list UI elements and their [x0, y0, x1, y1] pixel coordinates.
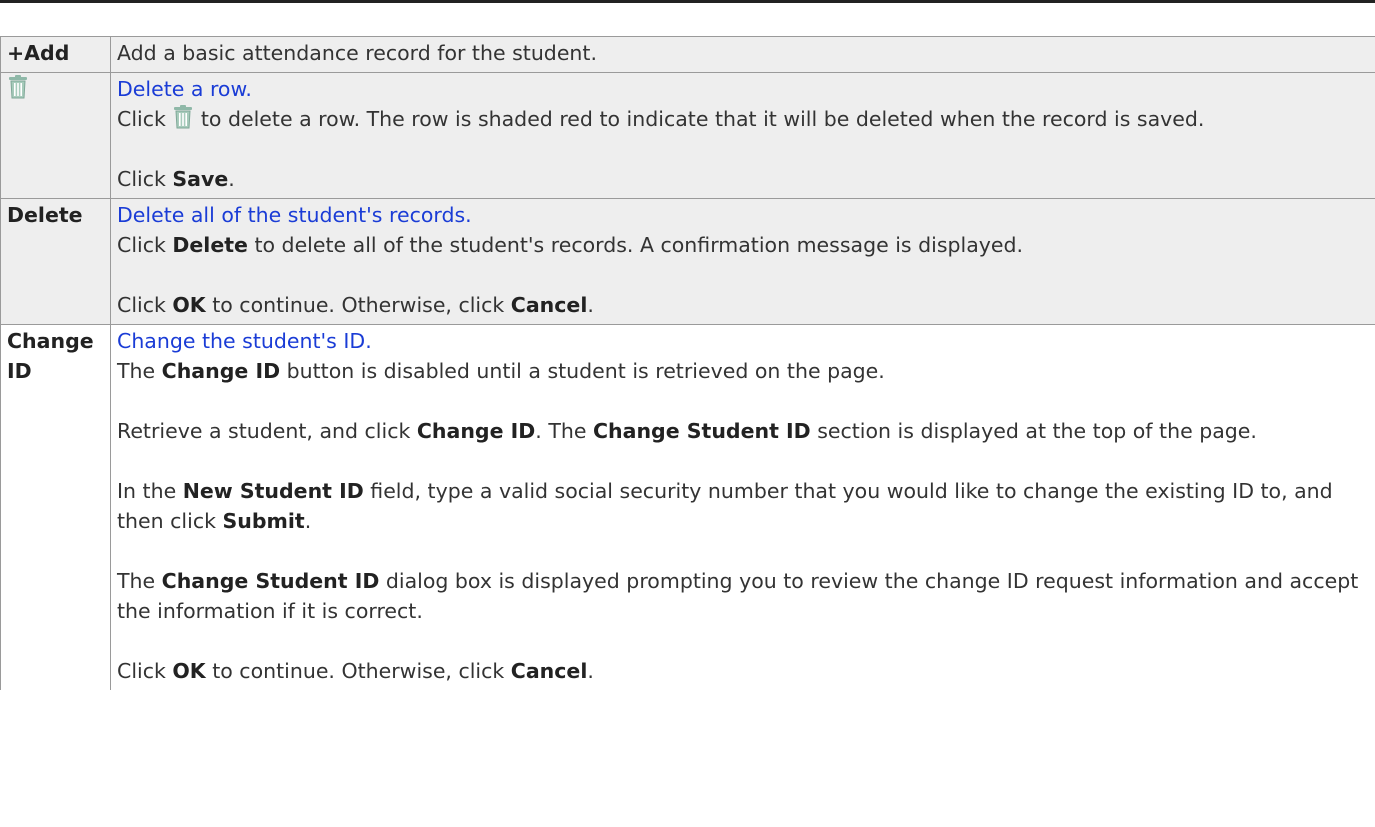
table-row-delete-row: Delete a row. Click to delete a row. The…: [0, 72, 1375, 199]
document-page: +Add Add a basic attendance record for t…: [0, 0, 1375, 827]
change-id-paragraph-5: Click OK to continue. Otherwise, click C…: [117, 659, 594, 683]
desc-cell: Change the student's ID. The Change ID b…: [110, 324, 1375, 690]
change-id-link[interactable]: Change the student's ID.: [117, 329, 372, 353]
delete-key-label: Delete: [7, 203, 83, 227]
delete-row-link[interactable]: Delete a row.: [117, 77, 252, 101]
desc-cell: Delete a row. Click to delete a row. The…: [110, 72, 1375, 199]
change-id-paragraph-4: The Change Student ID dialog box is disp…: [117, 569, 1359, 623]
table-row-change-id: Change ID Change the student's ID. The Ch…: [0, 324, 1375, 690]
delete-row-paragraph-1: Click to delete a row. The row is shaded…: [117, 105, 1205, 131]
key-cell: Change ID: [0, 324, 111, 690]
desc-cell: Delete all of the student's records. Cli…: [110, 198, 1375, 325]
key-cell: [0, 72, 111, 199]
trash-icon: [172, 105, 194, 129]
key-cell: Delete: [0, 198, 111, 325]
delete-paragraph-2: Click OK to continue. Otherwise, click C…: [117, 293, 594, 317]
change-id-paragraph-2: Retrieve a student, and click Change ID.…: [117, 419, 1257, 443]
add-description: Add a basic attendance record for the st…: [117, 41, 597, 65]
trash-icon: [7, 75, 29, 99]
change-id-paragraph-3: In the New Student ID field, type a vali…: [117, 479, 1333, 533]
button-reference-table: +Add Add a basic attendance record for t…: [0, 36, 1375, 690]
key-cell: +Add: [0, 36, 111, 73]
change-id-key-label: Change ID: [7, 329, 94, 383]
table-row-add: +Add Add a basic attendance record for t…: [0, 36, 1375, 73]
desc-cell: Add a basic attendance record for the st…: [110, 36, 1375, 73]
delete-row-paragraph-2: Click Save.: [117, 167, 235, 191]
delete-paragraph-1: Click Delete to delete all of the studen…: [117, 233, 1024, 257]
add-key-label: +Add: [7, 41, 70, 65]
top-rule: [0, 0, 1375, 3]
delete-all-link[interactable]: Delete all of the student's records.: [117, 203, 472, 227]
table-row-delete: Delete Delete all of the student's recor…: [0, 198, 1375, 325]
change-id-paragraph-1: The Change ID button is disabled until a…: [117, 359, 885, 383]
